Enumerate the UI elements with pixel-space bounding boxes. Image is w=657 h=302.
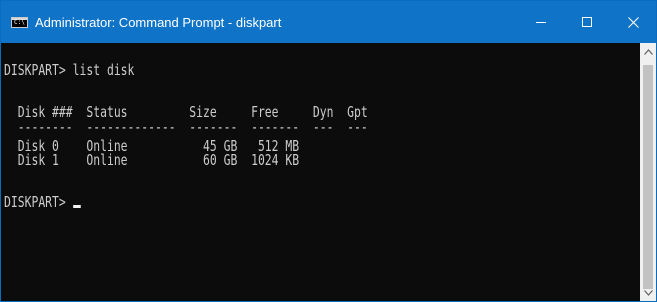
- console-line-command: DISKPART> list disk: [4, 61, 135, 79]
- console-line-header: Disk ### Status Size Free Dyn Gpt: [4, 103, 368, 121]
- maximize-button[interactable]: [564, 1, 610, 43]
- title-bar[interactable]: C:\ Administrator: Command Prompt - disk…: [1, 1, 656, 43]
- maximize-icon: [582, 17, 592, 27]
- console-prompt-line[interactable]: DISKPART>: [4, 195, 81, 210]
- scroll-down-button[interactable]: [640, 284, 656, 301]
- scroll-thumb[interactable]: [643, 65, 653, 289]
- close-icon: [627, 16, 639, 28]
- command-prompt-window: C:\ Administrator: Command Prompt - disk…: [0, 0, 657, 302]
- close-button[interactable]: [610, 1, 656, 43]
- console-output[interactable]: DISKPART> list disk Disk ### Status Size…: [1, 43, 640, 301]
- console-prompt: DISKPART>: [4, 193, 73, 211]
- minimize-icon: [536, 22, 546, 23]
- command-prompt-icon[interactable]: C:\: [11, 16, 28, 28]
- chevron-down-icon: [643, 289, 653, 296]
- window-title: Administrator: Command Prompt - diskpart: [35, 14, 282, 30]
- vertical-scrollbar[interactable]: [640, 43, 656, 301]
- chevron-up-icon: [643, 48, 653, 55]
- scroll-up-button[interactable]: [640, 43, 656, 60]
- minimize-button[interactable]: [518, 1, 564, 43]
- console-line-disk-1: Disk 1 Online 60 GB 1024 KB: [4, 151, 300, 169]
- console-line-separator: -------- ------------- ------- ------- -…: [4, 118, 368, 136]
- text-cursor: [73, 205, 81, 208]
